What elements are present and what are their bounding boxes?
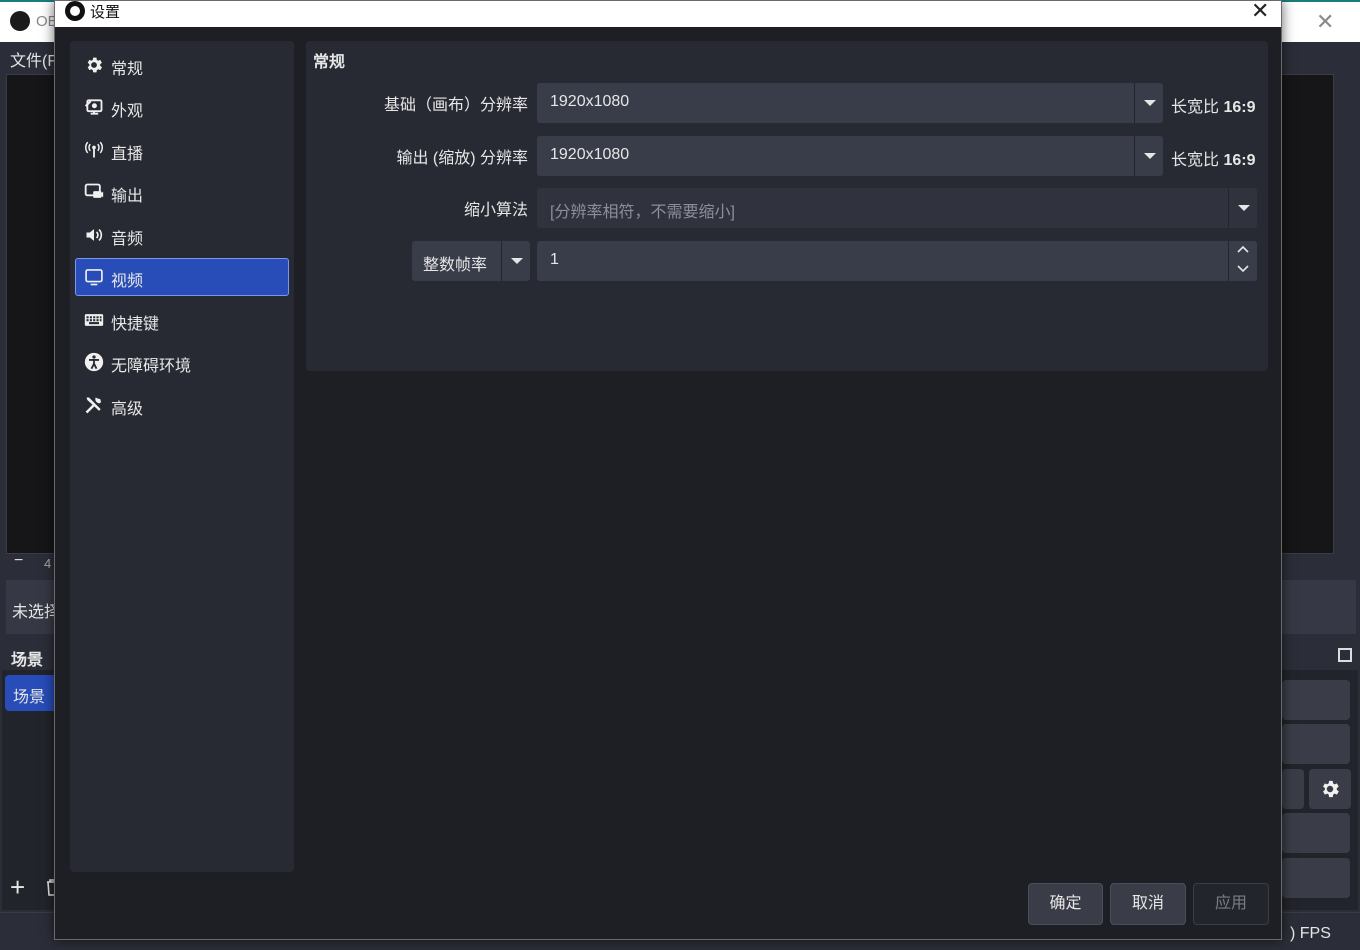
accessibility-icon bbox=[84, 352, 104, 372]
zoom-value: 4 bbox=[44, 556, 52, 571]
aspect-prefix: 长宽比 bbox=[1171, 152, 1220, 169]
fps-type-value: 整数帧率 bbox=[423, 257, 488, 274]
undock-icon[interactable] bbox=[1338, 648, 1352, 662]
sidebar-item-appearance[interactable]: 外观 bbox=[75, 88, 289, 126]
output-resolution-combo[interactable]: 1920x1080 bbox=[537, 136, 1163, 176]
dialog-title: 设置 bbox=[90, 4, 121, 21]
no-source-selected-label: 未选择 bbox=[12, 604, 61, 621]
output-aspect-ratio: 长宽比 16:9 bbox=[1171, 146, 1256, 170]
downscale-filter-value: [分辨率相符，不需要缩小] bbox=[550, 204, 735, 221]
right-dock-button[interactable] bbox=[1282, 724, 1350, 764]
gear-icon bbox=[87, 57, 102, 73]
aspect-value: 16:9 bbox=[1223, 99, 1256, 116]
sidebar-item-advanced[interactable]: 高级 bbox=[75, 386, 289, 424]
sidebar-item-label: 输出 bbox=[111, 188, 144, 205]
close-icon[interactable]: ✕ bbox=[1251, 0, 1269, 24]
base-resolution-combo[interactable]: 1920x1080 bbox=[537, 83, 1163, 123]
sidebar-item-stream[interactable]: 直播 bbox=[75, 131, 289, 169]
keyboard-icon bbox=[84, 314, 104, 326]
downscale-filter-combo[interactable]: [分辨率相符，不需要缩小] bbox=[537, 188, 1257, 228]
right-dock-header bbox=[1282, 640, 1358, 670]
downscale-filter-label: 缩小算法 bbox=[463, 202, 528, 219]
obs-logo-icon bbox=[10, 11, 30, 31]
settings-gear-button[interactable] bbox=[1309, 769, 1351, 809]
spin-arrows[interactable] bbox=[1228, 241, 1257, 281]
gear-icon bbox=[1323, 780, 1339, 798]
monitor-icon bbox=[85, 269, 103, 286]
right-dock-button[interactable] bbox=[1282, 769, 1304, 809]
fps-type-combo[interactable]: 整数帧率 bbox=[412, 241, 530, 281]
ok-button[interactable]: 确定 bbox=[1028, 883, 1103, 925]
apply-button[interactable]: 应用 bbox=[1193, 883, 1269, 925]
output-icon bbox=[84, 183, 104, 198]
scene-item-label: 场景 bbox=[13, 689, 46, 706]
chevron-down-icon[interactable] bbox=[1228, 188, 1257, 228]
fps-readout: ) FPS bbox=[1290, 925, 1331, 942]
sidebar-item-label: 外观 bbox=[111, 103, 144, 120]
menu-file[interactable]: 文件(F bbox=[10, 47, 57, 71]
sidebar-item-general[interactable]: 常规 bbox=[75, 46, 289, 84]
base-resolution-value: 1920x1080 bbox=[550, 93, 630, 110]
sidebar-item-accessibility[interactable]: 无障碍环境 bbox=[75, 343, 289, 381]
preview-scrollbar[interactable] bbox=[1336, 74, 1354, 554]
output-resolution-label: 输出 (缩放) 分辨率 bbox=[396, 150, 528, 167]
tools-icon bbox=[85, 397, 102, 414]
dialog-titlebar: 设置 ✕ bbox=[55, 0, 1281, 27]
base-aspect-ratio: 长宽比 16:9 bbox=[1171, 93, 1256, 117]
output-resolution-value: 1920x1080 bbox=[550, 146, 630, 163]
sidebar-item-label: 视频 bbox=[111, 273, 144, 290]
scenes-dock-title: 场景 bbox=[11, 652, 44, 669]
sidebar-item-hotkeys[interactable]: 快捷键 bbox=[75, 301, 289, 339]
right-dock-button[interactable] bbox=[1282, 813, 1350, 853]
main-close-icon[interactable]: ✕ bbox=[1316, 9, 1334, 35]
base-resolution-label: 基础（画布）分辨率 bbox=[383, 97, 528, 114]
sidebar-item-label: 音频 bbox=[111, 231, 144, 248]
obs-logo-icon bbox=[65, 1, 85, 21]
sidebar-item-audio[interactable]: 音频 bbox=[75, 216, 289, 254]
broadcast-icon bbox=[85, 141, 103, 158]
chevron-down-icon[interactable] bbox=[1237, 265, 1249, 273]
sidebar-item-label: 高级 bbox=[111, 401, 144, 418]
settings-dialog: 设置 ✕ 常规 外观 直播 输出 音频 视频 快捷键 无障碍环境 高级 常规 基… bbox=[54, 0, 1282, 940]
sidebar-item-label: 快捷键 bbox=[111, 316, 160, 333]
right-dock-button[interactable] bbox=[1282, 858, 1350, 898]
fps-value: 1 bbox=[550, 251, 559, 268]
settings-sidebar: 常规 外观 直播 输出 音频 视频 快捷键 无障碍环境 高级 bbox=[70, 41, 294, 872]
chevron-down-icon[interactable] bbox=[501, 241, 530, 281]
scenes-dock-header: 场景 bbox=[2, 640, 62, 670]
aspect-prefix: 长宽比 bbox=[1171, 99, 1220, 116]
sidebar-item-label: 无障碍环境 bbox=[111, 358, 192, 375]
aspect-value: 16:9 bbox=[1223, 152, 1256, 169]
chevron-up-icon[interactable] bbox=[1237, 245, 1249, 253]
sidebar-item-video[interactable]: 视频 bbox=[75, 258, 289, 296]
video-general-group: 常规 基础（画布）分辨率 1920x1080 长宽比 16:9 输出 (缩放) … bbox=[306, 41, 1268, 371]
appearance-icon bbox=[84, 99, 103, 115]
chevron-down-icon[interactable] bbox=[1134, 83, 1163, 123]
plus-icon[interactable]: + bbox=[10, 874, 25, 900]
speaker-icon bbox=[86, 228, 103, 242]
group-title: 常规 bbox=[313, 54, 346, 71]
sidebar-item-label: 常规 bbox=[111, 61, 144, 78]
fps-value-spinbox[interactable]: 1 bbox=[537, 241, 1257, 281]
right-dock-button[interactable] bbox=[1282, 680, 1350, 720]
zoom-out-button[interactable]: − bbox=[14, 552, 23, 570]
sidebar-item-label: 直播 bbox=[111, 146, 144, 163]
sidebar-item-output[interactable]: 输出 bbox=[75, 173, 289, 211]
cancel-button[interactable]: 取消 bbox=[1110, 883, 1186, 925]
chevron-down-icon[interactable] bbox=[1134, 136, 1163, 176]
